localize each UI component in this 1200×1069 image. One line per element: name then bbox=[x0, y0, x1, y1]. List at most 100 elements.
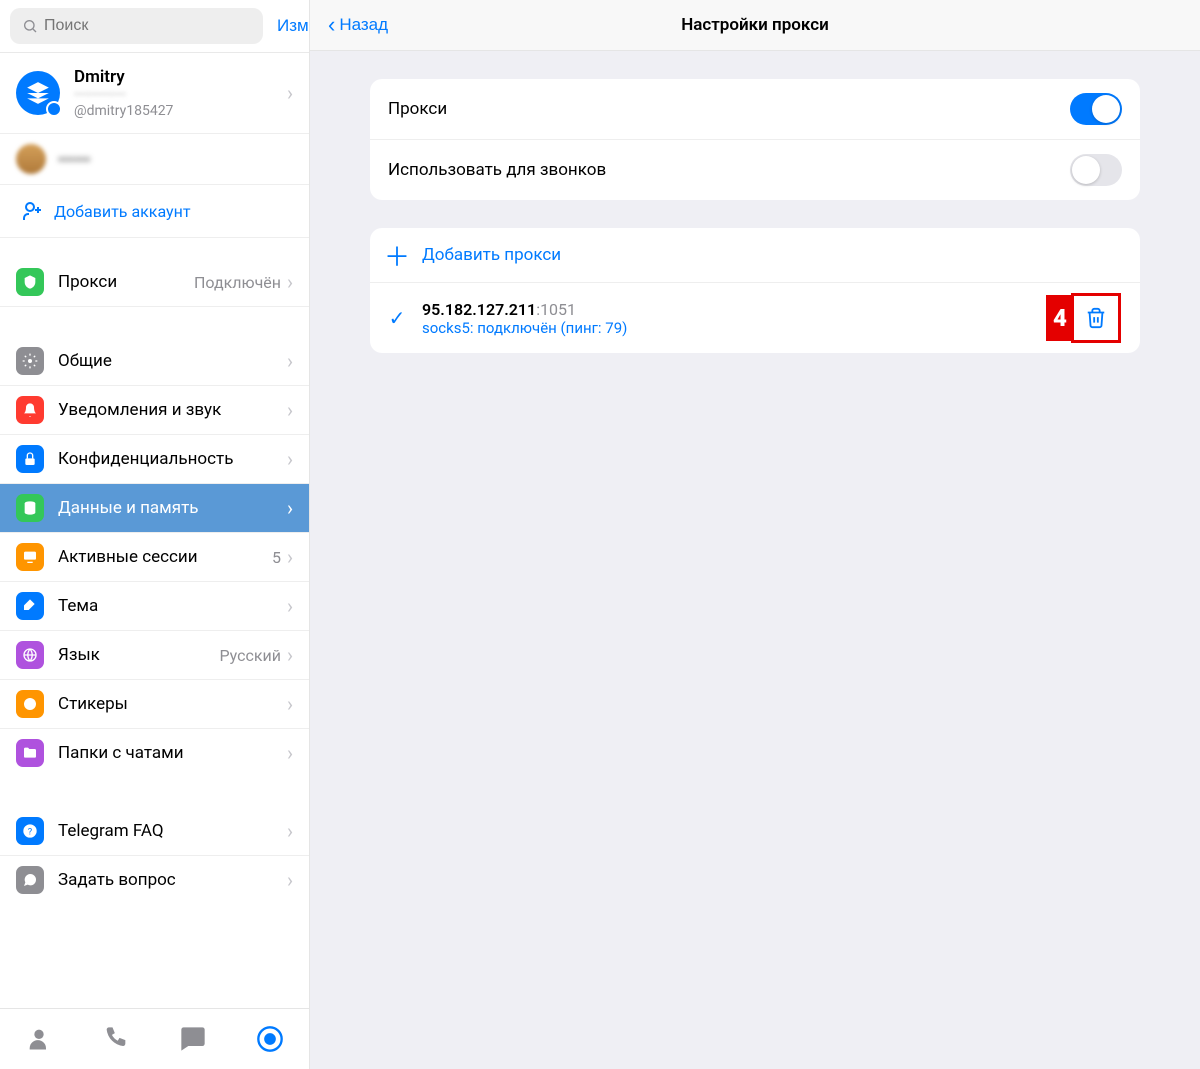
menu-value: Подключён bbox=[194, 273, 281, 292]
monitor-icon bbox=[16, 543, 44, 571]
gear-icon bbox=[16, 347, 44, 375]
calls-toggle-row: Использовать для звонков bbox=[370, 139, 1140, 200]
sidebar-item-sessions[interactable]: Активные сессии 5 › bbox=[0, 533, 309, 582]
chevron-right-icon: › bbox=[287, 819, 293, 843]
chevron-right-icon: › bbox=[287, 594, 293, 618]
chevron-right-icon: › bbox=[287, 349, 293, 373]
bottom-tabs bbox=[0, 1008, 309, 1069]
profile-row[interactable]: Dmitry ••••••••••• @dmitry185427 › bbox=[0, 53, 309, 134]
globe-icon bbox=[16, 641, 44, 669]
search-field-wrap[interactable] bbox=[10, 8, 263, 44]
search-input[interactable] bbox=[44, 17, 251, 35]
brush-icon bbox=[16, 592, 44, 620]
menu-label: Стикеры bbox=[58, 694, 287, 714]
menu-label: Конфиденциальность bbox=[58, 449, 287, 469]
profile-info: Dmitry ••••••••••• @dmitry185427 bbox=[74, 67, 287, 119]
sidebar-item-support[interactable]: Задать вопрос › bbox=[0, 856, 309, 904]
chevron-right-icon: › bbox=[287, 741, 293, 765]
menu-label: Telegram FAQ bbox=[58, 821, 287, 841]
menu-value: 5 bbox=[272, 548, 281, 567]
account-avatar bbox=[16, 144, 46, 174]
proxy-info: 95.182.127.211:1051 socks5: подключён (п… bbox=[422, 300, 1066, 337]
menu-label: Задать вопрос bbox=[58, 870, 287, 890]
tab-calls[interactable] bbox=[100, 1023, 132, 1055]
proxy-toggle-label: Прокси bbox=[388, 99, 1070, 119]
proxy-port: :1051 bbox=[536, 300, 576, 319]
menu-label: Общие bbox=[58, 351, 287, 371]
sidebar-item-notifications[interactable]: Уведомления и звук › bbox=[0, 386, 309, 435]
page-title: Настройки прокси bbox=[681, 15, 829, 35]
add-account-button[interactable]: Добавить аккаунт bbox=[0, 185, 309, 238]
chevron-right-icon: › bbox=[287, 643, 293, 667]
plus-icon: ＋ bbox=[384, 242, 410, 268]
main-panel: ‹ Назад Настройки прокси Прокси Использо… bbox=[310, 0, 1200, 1069]
calls-toggle-label: Использовать для звонков bbox=[388, 160, 1070, 180]
sticker-icon bbox=[16, 690, 44, 718]
sidebar-item-theme[interactable]: Тема › bbox=[0, 582, 309, 631]
chevron-right-icon: › bbox=[287, 545, 293, 569]
search-icon bbox=[22, 18, 38, 34]
sidebar-top: Изм. bbox=[0, 0, 309, 53]
shield-badge-icon bbox=[46, 101, 62, 117]
main-header: ‹ Назад Настройки прокси bbox=[310, 0, 1200, 51]
sidebar-item-general[interactable]: Общие › bbox=[0, 337, 309, 386]
account-name: •••••• bbox=[58, 150, 90, 169]
sidebar: Изм. Dmitry ••••••••••• @dmitry185427 › … bbox=[0, 0, 310, 1069]
menu-label: Прокси bbox=[58, 272, 194, 292]
trash-icon bbox=[1085, 307, 1107, 329]
chevron-right-icon: › bbox=[287, 398, 293, 422]
sidebar-item-proxy[interactable]: Прокси Подключён › bbox=[0, 258, 309, 307]
sidebar-item-language[interactable]: Язык Русский › bbox=[0, 631, 309, 680]
add-user-icon bbox=[16, 197, 44, 225]
chevron-right-icon: › bbox=[287, 496, 293, 520]
chevron-right-icon: › bbox=[287, 868, 293, 892]
bell-icon bbox=[16, 396, 44, 424]
add-account-label: Добавить аккаунт bbox=[54, 202, 191, 221]
menu-section-main: Общие › Уведомления и звук › Конфиденциа… bbox=[0, 307, 309, 777]
question-icon: ? bbox=[16, 817, 44, 845]
chevron-right-icon: › bbox=[287, 81, 293, 105]
proxy-entry-row[interactable]: ✓ 95.182.127.211:1051 socks5: подключён … bbox=[370, 282, 1140, 353]
back-label: Назад bbox=[339, 15, 388, 35]
chevron-right-icon: › bbox=[287, 692, 293, 716]
tab-contacts[interactable] bbox=[23, 1023, 55, 1055]
account-row[interactable]: •••••• bbox=[0, 134, 309, 185]
chevron-left-icon: ‹ bbox=[328, 12, 335, 38]
shield-icon bbox=[16, 268, 44, 296]
menu-label: Язык bbox=[58, 645, 219, 665]
proxy-address: 95.182.127.211:1051 bbox=[422, 300, 1066, 319]
svg-text:?: ? bbox=[28, 826, 33, 837]
menu-label: Папки с чатами bbox=[58, 743, 287, 763]
add-proxy-label: Добавить прокси bbox=[422, 245, 561, 265]
proxy-ip: 95.182.127.211 bbox=[422, 300, 536, 319]
sidebar-item-stickers[interactable]: Стикеры › bbox=[0, 680, 309, 729]
menu-section-support: ? Telegram FAQ › Задать вопрос › bbox=[0, 777, 309, 904]
proxy-toggle[interactable] bbox=[1070, 93, 1122, 125]
proxy-toggle-row: Прокси bbox=[370, 79, 1140, 139]
avatar bbox=[16, 71, 60, 115]
delete-annotation: 4 bbox=[1066, 295, 1126, 341]
folder-icon bbox=[16, 739, 44, 767]
tab-chats[interactable] bbox=[177, 1023, 209, 1055]
database-icon bbox=[16, 494, 44, 522]
profile-phone: ••••••••••• bbox=[74, 87, 287, 103]
sidebar-item-privacy[interactable]: Конфиденциальность › bbox=[0, 435, 309, 484]
sidebar-item-data[interactable]: Данные и память › bbox=[0, 484, 309, 533]
annotation-badge: 4 bbox=[1046, 295, 1074, 341]
calls-toggle[interactable] bbox=[1070, 154, 1122, 186]
menu-label: Активные сессии bbox=[58, 547, 272, 567]
chat-icon bbox=[16, 866, 44, 894]
check-icon: ✓ bbox=[384, 306, 410, 330]
menu-label: Уведомления и звук bbox=[58, 400, 287, 420]
back-button[interactable]: ‹ Назад bbox=[328, 12, 388, 38]
tab-settings[interactable] bbox=[254, 1023, 286, 1055]
menu-label: Данные и память bbox=[58, 498, 287, 518]
add-proxy-button[interactable]: ＋ Добавить прокси bbox=[370, 228, 1140, 282]
delete-proxy-button[interactable] bbox=[1071, 293, 1121, 343]
main-content: Прокси Использовать для звонков ＋ Добави… bbox=[310, 51, 1200, 409]
sidebar-item-faq[interactable]: ? Telegram FAQ › bbox=[0, 807, 309, 856]
chevron-right-icon: › bbox=[287, 447, 293, 471]
menu-label: Тема bbox=[58, 596, 287, 616]
toggles-card: Прокси Использовать для звонков bbox=[370, 79, 1140, 200]
sidebar-item-folders[interactable]: Папки с чатами › bbox=[0, 729, 309, 777]
